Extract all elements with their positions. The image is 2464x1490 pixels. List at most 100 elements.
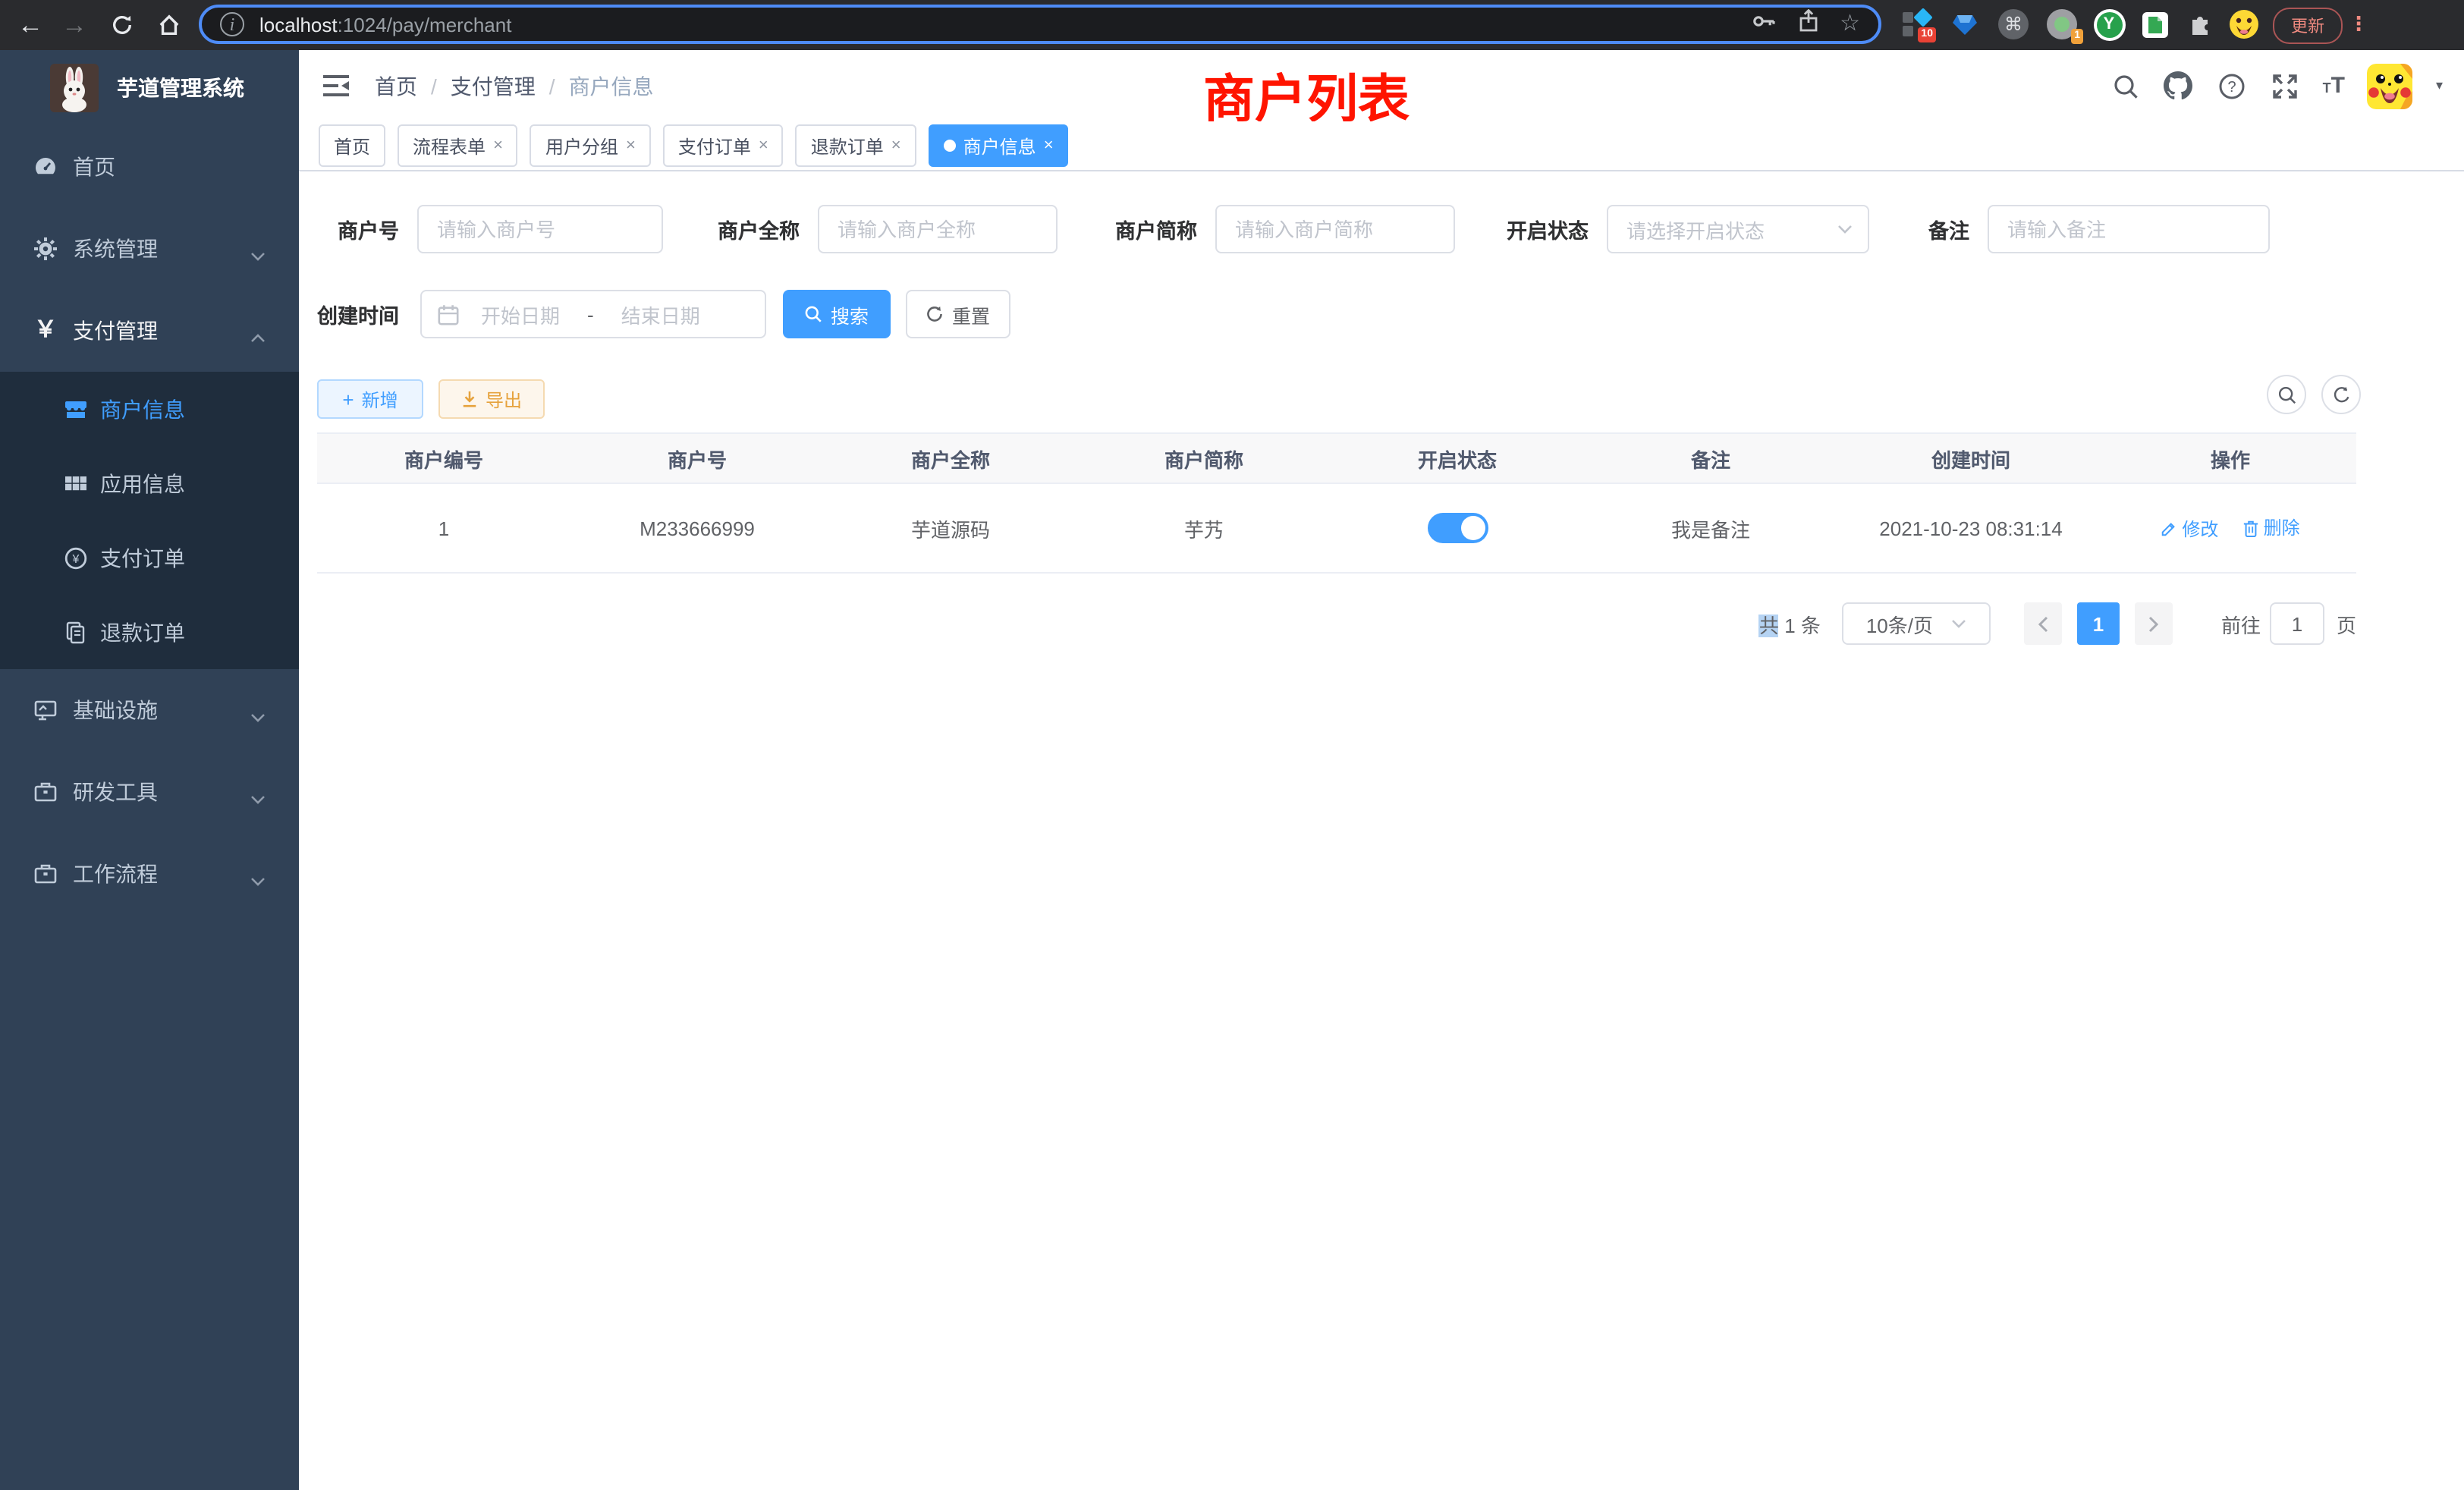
close-icon[interactable]: × <box>759 137 768 155</box>
tab-user-group[interactable]: 用户分组× <box>530 124 651 167</box>
app-window: 芋道管理系统 首页 系统管理 ￥ 支付管理 <box>0 50 2464 1490</box>
font-size-icon[interactable]: TT <box>2323 74 2345 97</box>
reset-button[interactable]: 重置 <box>906 290 1010 338</box>
close-icon[interactable]: × <box>891 137 901 155</box>
browser-home-icon[interactable] <box>150 0 187 50</box>
share-icon[interactable] <box>1797 8 1818 40</box>
chevron-down-icon <box>250 786 266 798</box>
refresh-list-button[interactable] <box>2321 375 2361 414</box>
edit-button[interactable]: 修改 <box>2161 516 2218 542</box>
github-icon[interactable] <box>2164 71 2194 101</box>
date-range-separator: - <box>587 303 594 325</box>
emoji-extension-icon[interactable] <box>2227 8 2261 41</box>
breadcrumb-separator: / <box>431 74 437 98</box>
create-time-range-picker[interactable]: 开始日期 - 结束日期 <box>420 290 766 338</box>
user-avatar[interactable] <box>2368 63 2413 108</box>
extension-recorder-icon[interactable]: 1 <box>2045 8 2079 41</box>
status-toggle[interactable] <box>1427 513 1488 543</box>
sidebar-item-app-info[interactable]: 应用信息 <box>0 446 299 520</box>
extension-doc-icon[interactable] <box>2138 8 2171 41</box>
cell-short-name: 芋艿 <box>1077 483 1331 573</box>
prev-page-button[interactable] <box>2024 602 2062 645</box>
avatar-caret-icon[interactable]: ▾ <box>2436 77 2443 94</box>
password-key-icon[interactable] <box>1750 8 1776 40</box>
sidebar-item-label: 研发工具 <box>73 777 158 807</box>
sidebar-item-system[interactable]: 系统管理 <box>0 208 299 290</box>
page-number-1[interactable]: 1 <box>2077 602 2120 645</box>
close-icon[interactable]: × <box>493 137 503 155</box>
close-icon[interactable]: × <box>626 137 636 155</box>
refresh-icon <box>2331 385 2351 404</box>
breadcrumb: 首页 / 支付管理 / 商户信息 <box>375 50 654 121</box>
extension-grid-icon[interactable]: 10 <box>1900 8 1933 41</box>
cell-create-time: 2021-10-23 08:31:14 <box>1837 483 2104 573</box>
fullscreen-icon[interactable] <box>2270 71 2300 101</box>
add-button[interactable]: + 新增 <box>317 379 423 419</box>
tab-pay-order[interactable]: 支付订单× <box>663 124 784 167</box>
search-icon <box>805 305 823 323</box>
chevron-down-icon <box>250 704 266 716</box>
rabbit-logo-icon <box>50 64 99 112</box>
tab-home[interactable]: 首页 <box>319 124 385 167</box>
cell-merchant-no: M233666999 <box>570 483 824 573</box>
breadcrumb-home[interactable]: 首页 <box>375 71 417 101</box>
sidebar-item-workflow[interactable]: 工作流程 <box>0 833 299 915</box>
delete-button[interactable]: 删除 <box>2242 515 2300 541</box>
site-info-icon[interactable]: i <box>220 12 244 36</box>
full-name-input[interactable] <box>818 205 1058 253</box>
documents-icon <box>64 620 88 644</box>
sidebar-item-merchant-info[interactable]: 商户信息 <box>0 372 299 446</box>
chevron-left-icon <box>2038 615 2048 632</box>
app-title: 芋道管理系统 <box>117 73 244 103</box>
goto-page-input[interactable] <box>2270 602 2324 645</box>
briefcase-icon <box>33 862 58 886</box>
extension-gem-icon[interactable] <box>1948 8 1982 41</box>
sidebar-item-label: 支付订单 <box>100 542 185 573</box>
bookmark-star-icon[interactable]: ☆ <box>1840 12 1860 36</box>
status-select[interactable]: 请选择开启状态 <box>1607 205 1869 253</box>
next-page-button[interactable] <box>2135 602 2173 645</box>
calendar-icon <box>437 303 460 325</box>
browser-menu-icon[interactable]: ⋮ <box>2349 8 2368 41</box>
tab-flow-form[interactable]: 流程表单× <box>398 124 518 167</box>
app-logo[interactable]: 芋道管理系统 <box>0 50 299 126</box>
sidebar-item-dev-tools[interactable]: 研发工具 <box>0 751 299 833</box>
short-name-input[interactable] <box>1215 205 1455 253</box>
col-remark: 备注 <box>1584 433 1837 483</box>
search-icon[interactable] <box>2110 71 2141 101</box>
sidebar-item-label: 应用信息 <box>100 468 185 498</box>
filter-label-create-time: 创建时间 <box>299 299 417 329</box>
remark-input[interactable] <box>1988 205 2270 253</box>
merchant-no-input[interactable] <box>417 205 663 253</box>
close-icon[interactable]: × <box>1044 137 1054 155</box>
url-bar[interactable]: i localhost:1024/pay/merchant ☆ <box>199 5 1881 44</box>
extension-command-icon[interactable]: ⌘ <box>1997 8 2030 41</box>
browser-back-icon[interactable]: ← <box>12 0 49 50</box>
chevron-down-icon <box>1837 225 1853 234</box>
help-icon[interactable]: ? <box>2217 71 2247 101</box>
search-button[interactable]: 搜索 <box>783 290 891 338</box>
browser-forward-icon[interactable]: → <box>56 0 93 50</box>
extension-yudao-icon[interactable]: Y <box>2092 8 2126 41</box>
sidebar-collapse-icon[interactable] <box>323 73 349 99</box>
end-date-placeholder[interactable]: 结束日期 <box>621 300 700 328</box>
sidebar-item-infrastructure[interactable]: 基础设施 <box>0 669 299 751</box>
browser-reload-icon[interactable] <box>103 0 140 50</box>
sidebar-item-home[interactable]: 首页 <box>0 126 299 208</box>
start-date-placeholder[interactable]: 开始日期 <box>481 300 560 328</box>
sidebar-item-pay-order[interactable]: ¥ 支付订单 <box>0 520 299 595</box>
sidebar-item-refund-order[interactable]: 退款订单 <box>0 595 299 669</box>
page-size-select[interactable]: 10条/页 <box>1842 602 1991 645</box>
export-button[interactable]: 导出 <box>438 379 545 419</box>
extensions-puzzle-icon[interactable] <box>2183 8 2217 41</box>
tab-merchant-info[interactable]: 商户信息× <box>929 124 1069 167</box>
sidebar-item-label: 基础设施 <box>73 695 158 725</box>
browser-update-button[interactable]: 更新 <box>2273 8 2343 44</box>
trash-icon <box>2242 519 2259 537</box>
filter-label-full-name: 商户全称 <box>663 214 818 244</box>
col-full-name: 商户全称 <box>824 433 1077 483</box>
hide-search-button[interactable] <box>2267 375 2306 414</box>
breadcrumb-payment[interactable]: 支付管理 <box>451 71 536 101</box>
sidebar-item-payment[interactable]: ￥ 支付管理 <box>0 290 299 372</box>
tab-refund-order[interactable]: 退款订单× <box>796 124 916 167</box>
